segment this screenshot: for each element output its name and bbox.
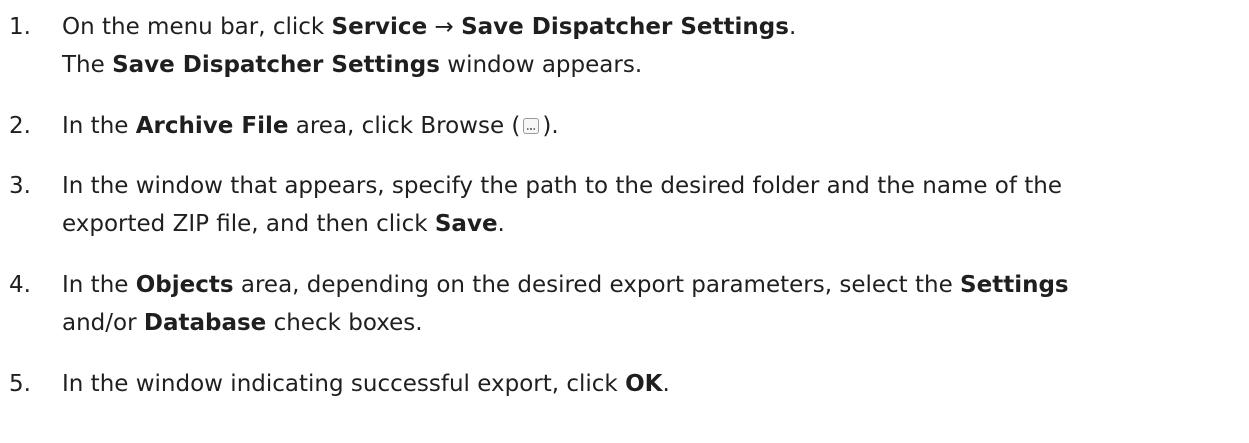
menu-item-save-dispatcher-settings: Save Dispatcher Settings [461,14,789,40]
text: On the menu bar, click [62,14,332,40]
step-text: In the Archive File area, click Browse (… [62,107,1249,145]
area-name-archive-file: Archive File [135,113,289,139]
step-text: On the menu bar, click Service → Save Di… [62,8,1249,84]
step-text: In the window indicating successful expo… [62,365,1249,403]
text: In the [62,113,136,139]
step-number: 3. [9,173,31,199]
text: The [62,52,113,78]
step-line: exported ZIP file, and then click Save. [62,205,1249,243]
text: area, depending on the desired export pa… [233,272,961,298]
area-name-objects: Objects [135,272,234,298]
text: exported ZIP file, and then click [62,211,435,237]
text: window appears. [439,52,643,78]
checkbox-name-settings: Settings [960,272,1069,298]
checkbox-name-database: Database [143,310,267,336]
text: In the [62,272,136,298]
step-line: The Save Dispatcher Settings window appe… [62,46,1249,84]
step-line: In the window indicating successful expo… [62,365,1249,403]
text: In the window indicating successful expo… [62,371,626,397]
text: . [788,14,797,40]
text: check boxes. [266,310,423,336]
text: ). [542,113,559,139]
text: . [662,371,670,397]
step-number: 5. [9,371,31,397]
text: In the window that appears, specify the … [62,173,1063,199]
menu-item-service: Service [331,14,428,40]
button-name-save: Save [434,211,498,237]
step-number: 1. [9,14,31,40]
step-line: and/or Database check boxes. [62,304,1249,342]
step-number: 2. [9,113,31,139]
step-line: In the window that appears, specify the … [62,167,1249,205]
step-line: In the Archive File area, click Browse (… [62,107,1249,145]
browse-icon [523,118,540,134]
step-line: In the Objects area, depending on the de… [62,266,1249,304]
step-number: 4. [9,272,31,298]
text: and/or [62,310,144,336]
step-text: In the window that appears, specify the … [62,167,1249,243]
window-name: Save Dispatcher Settings [112,52,440,78]
menu-arrow: → [427,14,462,40]
step-line: On the menu bar, click Service → Save Di… [62,8,1249,46]
text: area, click Browse ( [288,113,521,139]
text: . [497,211,505,237]
button-name-ok: OK [625,371,663,397]
step-text: In the Objects area, depending on the de… [62,266,1249,342]
